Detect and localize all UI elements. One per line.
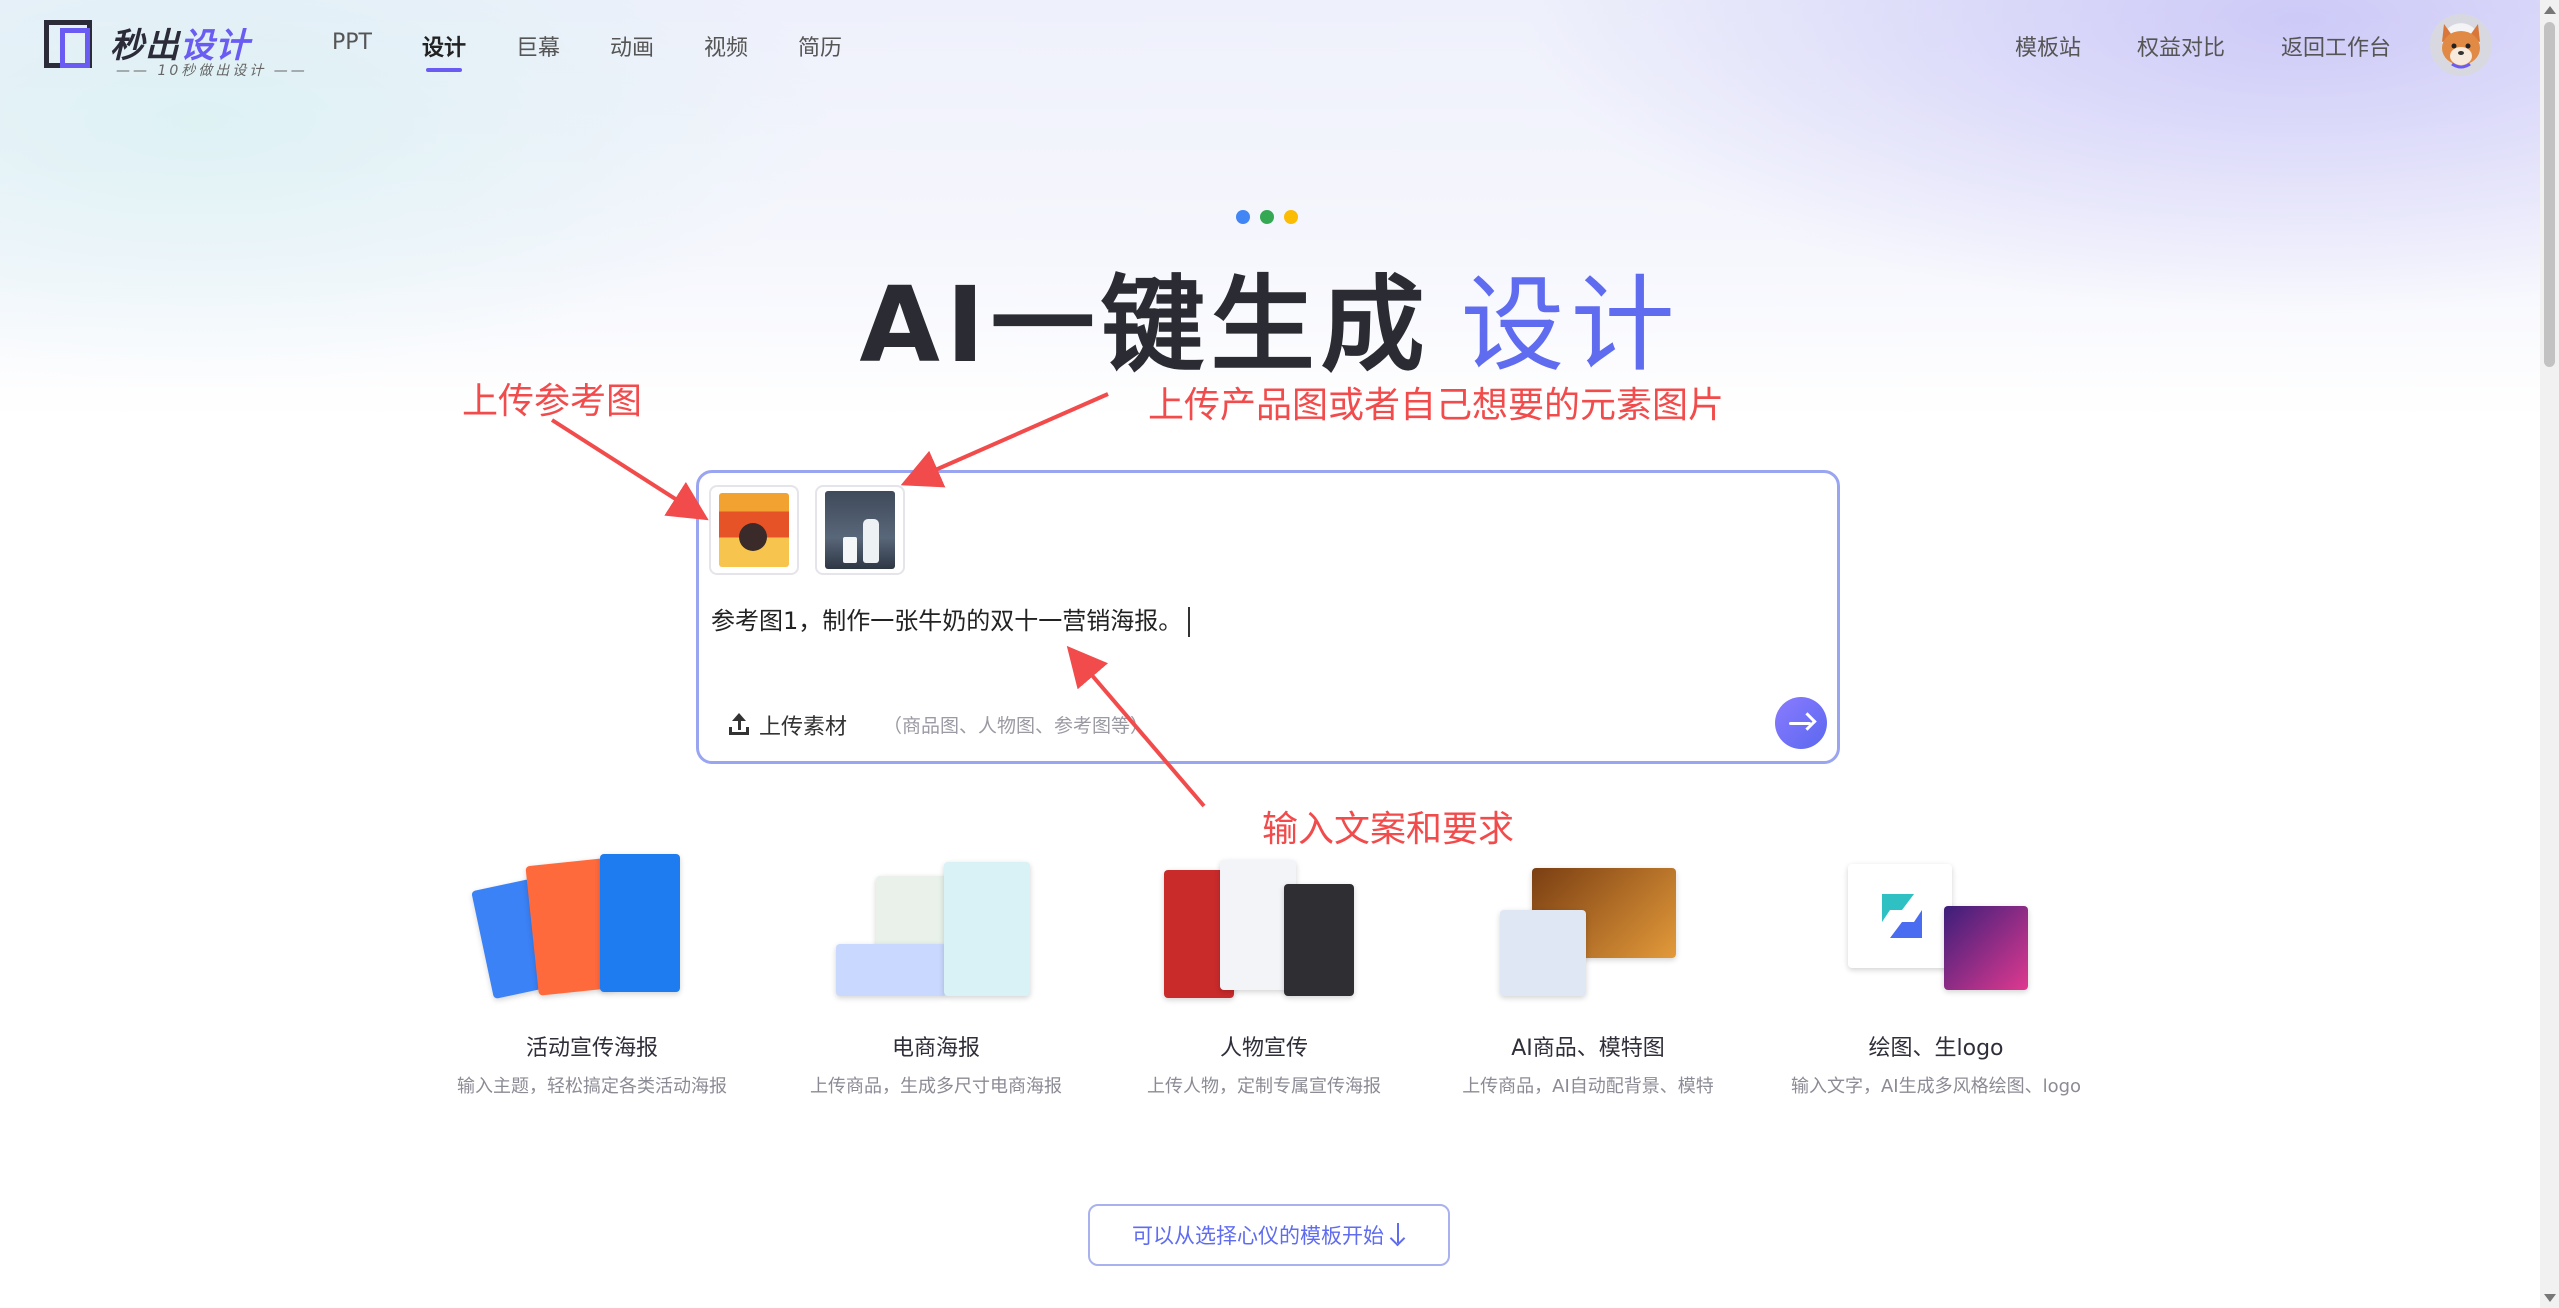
upload-icon bbox=[729, 713, 749, 735]
feature-title: 绘图、生logo bbox=[1868, 1036, 2004, 1061]
hero-title-accent: 设计 bbox=[1460, 264, 1681, 386]
arrow-to-product-image bbox=[900, 392, 1109, 488]
feature-desc: 输入主题，轻松搞定各类活动海报 bbox=[457, 1076, 727, 1097]
product-image-thumbnail[interactable] bbox=[815, 485, 905, 575]
ecom-card-green bbox=[876, 876, 952, 948]
feature-event-poster[interactable]: 活动宣传海报 输入主题，轻松搞定各类活动海报 bbox=[432, 848, 752, 1108]
person-card-dark bbox=[1284, 884, 1354, 996]
logo-sample-icon bbox=[1882, 894, 1922, 938]
model-card bbox=[1500, 910, 1586, 996]
person-promo-illustration bbox=[1104, 848, 1424, 1008]
logo-mark-inner bbox=[60, 28, 90, 68]
scroll-down-icon[interactable] bbox=[2544, 1294, 2556, 1302]
scroll-up-icon[interactable] bbox=[2544, 6, 2556, 14]
send-button[interactable] bbox=[1775, 697, 1827, 749]
feature-person-promo[interactable]: 人物宣传 上传人物，定制专属宣传海报 bbox=[1104, 848, 1424, 1108]
reference-image-thumbnail[interactable] bbox=[709, 485, 799, 575]
page: 秒出设计 —— 10秒做出设计 —— PPT 设计 巨幕 动画 视频 简历 模板… bbox=[0, 0, 2559, 1308]
feature-title: AI商品、模特图 bbox=[1511, 1036, 1665, 1061]
nav-item-resume[interactable]: 简历 bbox=[798, 30, 842, 62]
choose-template-button[interactable]: 可以从选择心仪的模板开始 bbox=[1088, 1204, 1450, 1266]
text-caret bbox=[1188, 607, 1191, 637]
feature-title: 人物宣传 bbox=[1219, 1036, 1308, 1061]
ecom-card-phone bbox=[836, 944, 946, 996]
feature-drawing-logo[interactable]: 绘图、生logo 输入文字，AI生成多风格绘图、logo bbox=[1776, 848, 2096, 1108]
upload-material-button[interactable]: 上传素材 bbox=[729, 709, 847, 741]
arrow-down-icon bbox=[1389, 1223, 1406, 1247]
nav-benefits-compare[interactable]: 权益对比 bbox=[2137, 30, 2225, 62]
nav-item-animation[interactable]: 动画 bbox=[610, 30, 654, 62]
feature-ai-product-model[interactable]: AI商品、模特图 上传商品，AI自动配背景、模特 bbox=[1428, 848, 1748, 1108]
decor-dot-blue bbox=[1236, 210, 1250, 224]
scrollbar-thumb[interactable] bbox=[2544, 22, 2555, 367]
nav-template-site[interactable]: 模板站 bbox=[2015, 30, 2081, 62]
annotation-input-copy: 输入文案和要求 bbox=[1262, 809, 1515, 850]
nav-back-to-workspace[interactable]: 返回工作台 bbox=[2281, 30, 2391, 62]
ecommerce-poster-illustration bbox=[776, 848, 1096, 1008]
prompt-input-text: 参考图1，制作一张牛奶的双十一营销海报。 bbox=[711, 607, 1183, 635]
arrow-right-icon-head bbox=[1798, 712, 1817, 731]
decor-dots bbox=[1236, 210, 1298, 224]
nav-item-giant-screen[interactable]: 巨幕 bbox=[516, 30, 560, 62]
page-scrollbar[interactable] bbox=[2540, 0, 2559, 1308]
right-nav: 模板站 权益对比 返回工作台 bbox=[1959, 30, 2391, 62]
feature-ecommerce-poster[interactable]: 电商海报 上传商品，生成多尺寸电商海报 bbox=[776, 848, 1096, 1108]
hero-title: AI一键生成 设计 bbox=[0, 240, 2540, 391]
feature-title: 电商海报 bbox=[891, 1036, 980, 1061]
annotation-upload-product: 上传产品图或者自己想要的元素图片 bbox=[1148, 385, 1725, 426]
brand-logo[interactable]: 秒出设计 —— 10秒做出设计 —— bbox=[44, 18, 305, 79]
nav-item-video[interactable]: 视频 bbox=[704, 30, 748, 62]
poster-card-blue-right bbox=[600, 854, 680, 992]
arrow-to-reference-image bbox=[550, 418, 709, 521]
nav-item-ppt[interactable]: PPT bbox=[332, 30, 372, 62]
feature-desc: 上传商品，AI自动配背景、模特 bbox=[1462, 1076, 1714, 1097]
event-poster-illustration bbox=[432, 848, 752, 1008]
milk-glass-shape bbox=[843, 537, 857, 563]
prompt-input[interactable]: 参考图1，制作一张牛奶的双十一营销海报。 bbox=[711, 601, 1191, 637]
upload-hint: （商品图、人物图、参考图等） bbox=[883, 715, 1150, 737]
reference-poster-figure bbox=[739, 523, 767, 551]
milk-product-image bbox=[825, 491, 895, 569]
user-avatar[interactable] bbox=[2430, 14, 2492, 76]
main-nav: PPT 设计 巨幕 动画 视频 简历 bbox=[332, 30, 892, 72]
ai-product-model-illustration bbox=[1428, 848, 1748, 1008]
drawing-card-neon bbox=[1944, 906, 2028, 990]
choose-template-label: 可以从选择心仪的模板开始 bbox=[1132, 1224, 1384, 1248]
hero-title-main: AI一键生成 bbox=[859, 264, 1431, 386]
nav-item-design[interactable]: 设计 bbox=[422, 30, 466, 72]
drawing-logo-illustration bbox=[1776, 848, 2096, 1008]
ecom-card-laptop bbox=[944, 862, 1030, 996]
decor-dot-yellow bbox=[1284, 210, 1298, 224]
annotation-upload-reference: 上传参考图 bbox=[462, 381, 643, 422]
feature-desc: 上传商品，生成多尺寸电商海报 bbox=[810, 1076, 1062, 1097]
feature-title: 活动宣传海报 bbox=[525, 1036, 658, 1061]
prompt-composer[interactable]: 参考图1，制作一张牛奶的双十一营销海报。 上传素材 （商品图、人物图、参考图等） bbox=[696, 470, 1840, 764]
feature-desc: 上传人物，定制专属宣传海报 bbox=[1147, 1076, 1381, 1097]
shiba-avatar-icon bbox=[2442, 24, 2480, 69]
milk-bottle-shape bbox=[863, 519, 879, 563]
brand-slogan: —— 10秒做出设计 —— bbox=[116, 63, 308, 79]
upload-material-label: 上传素材 bbox=[759, 715, 848, 740]
decor-dot-green bbox=[1260, 210, 1274, 224]
feature-desc: 输入文字，AI生成多风格绘图、logo bbox=[1790, 1076, 2082, 1097]
reference-poster-image bbox=[719, 493, 789, 567]
